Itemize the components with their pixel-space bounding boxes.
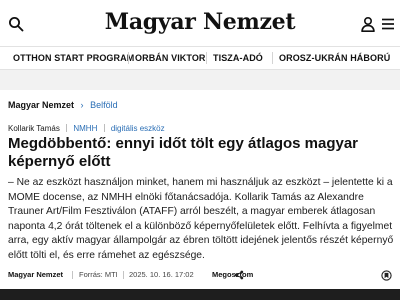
hamburger-menu-icon[interactable] [381,17,395,31]
byline-divider [123,271,124,279]
share-button[interactable]: Megosztom [212,268,253,282]
nav-item-orban-viktor[interactable]: ORBÁN VIKTOR [135,47,206,69]
tag-person[interactable]: Kollarik Tamás [8,124,60,133]
user-icon[interactable] [360,16,376,32]
nav-divider [272,52,273,64]
tag-divider [66,124,68,132]
nav-divider [128,52,129,64]
article-tags: Kollarik Tamás NMHH digitális eszköz [8,123,165,135]
chevron-right-icon: › [80,100,84,110]
tag-topic[interactable]: digitális eszköz [111,124,165,133]
nav-item-otthon-start[interactable]: OTTHON START PROGRAM [13,47,134,69]
nav-item-orosz-ukran[interactable]: OROSZ-UKRÁN HÁBORÚ [279,47,390,69]
bookmark-icon[interactable] [381,270,392,281]
tag-divider [103,124,105,132]
site-header: Magyar Nemzet [0,0,400,46]
nav-item-tisza-ado[interactable]: TISZA-ADÓ [213,47,263,69]
site-logo[interactable]: Magyar Nemzet [0,9,400,35]
article-lead: – Ne az eszközt használjon minket, hanem… [8,177,394,261]
article-headline: Megdöbbentő: ennyi időt tölt egy átlagos… [8,135,359,170]
media-strip [0,289,400,300]
breadcrumb-section-link[interactable]: Belföld [90,100,118,110]
main-nav: OTTHON START PROGRAM ORBÁN VIKTOR TISZA-… [0,46,400,70]
byline-author[interactable]: Magyar Nemzet [8,268,63,282]
ad-spacer [0,70,400,90]
byline-date: 2025. 10. 16. 17:02 [129,270,194,279]
nav-divider [206,52,207,64]
tag-org[interactable]: NMHH [73,124,97,133]
share-icon[interactable] [234,270,244,280]
byline-divider [72,271,73,279]
breadcrumb: Magyar Nemzet › Belföld [8,98,118,112]
article-byline: Magyar Nemzet Forrás: MTI 2025. 10. 16. … [8,268,394,282]
breadcrumb-home-link[interactable]: Magyar Nemzet [8,100,74,110]
byline-source: Forrás: MTI [79,270,118,279]
